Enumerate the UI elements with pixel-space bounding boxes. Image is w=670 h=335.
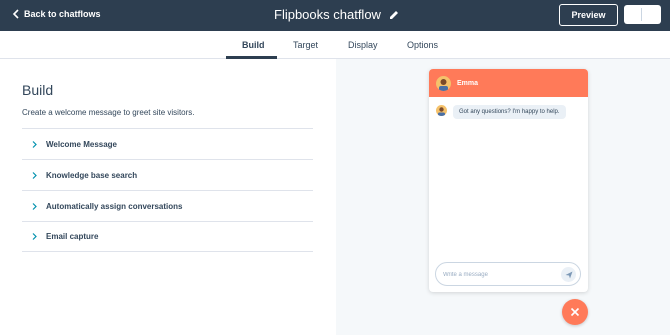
section-label: Knowledge base search <box>46 170 138 180</box>
section-assign-conversations[interactable]: Automatically assign conversations <box>22 190 313 221</box>
chat-launcher-button[interactable] <box>562 299 588 325</box>
chevron-right-icon <box>32 171 37 179</box>
build-sections: Welcome Message Knowledge base search Au… <box>22 128 313 252</box>
tab-display[interactable]: Display <box>348 40 378 50</box>
message-avatar <box>436 105 447 116</box>
agent-name: Emma <box>457 79 479 87</box>
build-panel: Build Create a welcome message to greet … <box>0 59 336 335</box>
toggle-divider <box>641 8 642 21</box>
chevron-right-icon <box>32 233 37 240</box>
top-bar: Back to chatflows Flipbooks chatflow Pre… <box>0 0 670 31</box>
tab-target[interactable]: Target <box>293 40 318 50</box>
section-label: Automatically assign conversations <box>46 201 183 211</box>
title-group: Flipbooks chatflow <box>274 7 399 22</box>
agent-avatar <box>436 75 451 91</box>
tab-bar: Build Target Display Options <box>0 31 670 59</box>
back-link-label: Back to chatflows <box>24 9 101 19</box>
chat-widget-preview: Emma Got any questions? I'm happy to hel… <box>429 69 588 292</box>
build-description: Create a welcome message to greet site v… <box>22 108 195 117</box>
welcome-message-row: Got any questions? I'm happy to help. <box>436 105 566 119</box>
section-label: Welcome Message <box>46 139 117 149</box>
chevron-right-icon <box>32 140 37 148</box>
close-icon <box>570 307 580 317</box>
tab-options[interactable]: Options <box>407 40 438 50</box>
back-to-chatflows-link[interactable]: Back to chatflows <box>12 9 101 19</box>
section-email-capture[interactable]: Email capture <box>22 221 313 252</box>
person-icon <box>438 107 445 116</box>
message-composer <box>435 262 581 286</box>
section-knowledge-base-search[interactable]: Knowledge base search <box>22 159 313 190</box>
section-welcome-message[interactable]: Welcome Message <box>22 128 313 159</box>
chevron-right-icon <box>32 202 37 210</box>
paper-plane-icon <box>565 271 572 278</box>
page-title: Flipbooks chatflow <box>274 7 381 22</box>
view-toggle[interactable] <box>624 5 661 24</box>
preview-panel: Emma Got any questions? I'm happy to hel… <box>336 59 670 335</box>
message-input[interactable] <box>443 269 553 281</box>
chevron-left-icon <box>12 9 19 19</box>
welcome-message-bubble: Got any questions? I'm happy to help. <box>453 105 566 119</box>
preview-button[interactable]: Preview <box>559 4 618 26</box>
build-heading: Build <box>22 82 54 98</box>
pencil-icon[interactable] <box>389 10 399 20</box>
person-icon <box>439 78 448 91</box>
tab-build[interactable]: Build <box>242 40 265 50</box>
send-button[interactable] <box>561 267 576 282</box>
section-label: Email capture <box>46 232 99 241</box>
chat-header: Emma <box>429 69 588 97</box>
